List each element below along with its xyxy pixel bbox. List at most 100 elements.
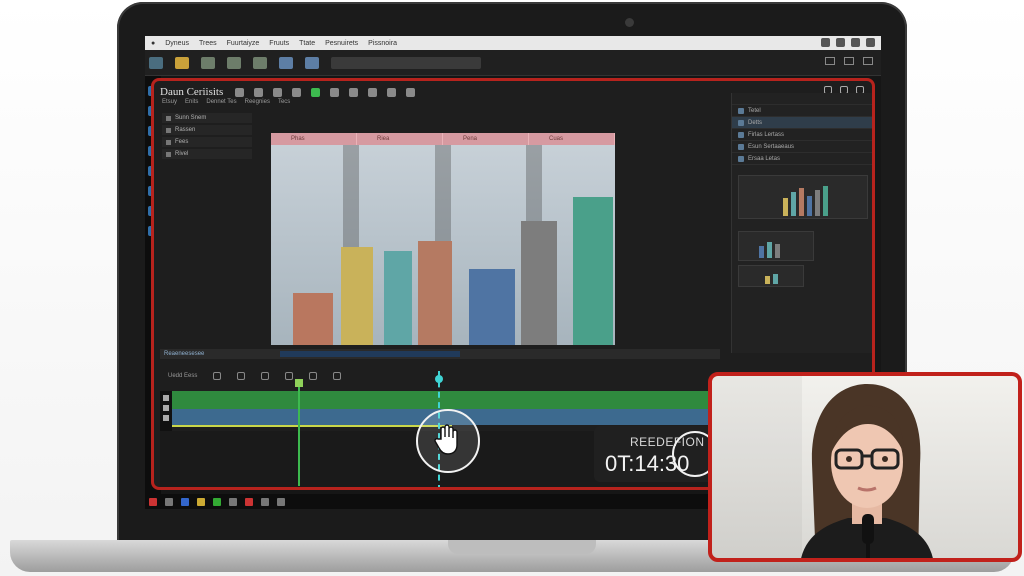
os-menu-item[interactable]: Fruuts: [269, 40, 289, 47]
panel-row[interactable]: Firlas Lertass: [732, 129, 872, 141]
preview-tab[interactable]: Phas: [271, 133, 357, 145]
timeline-marker[interactable]: [298, 381, 300, 486]
chevron-down-icon[interactable]: [349, 87, 359, 97]
clip-thumbnail[interactable]: [738, 175, 868, 219]
os-menu-item[interactable]: Pesnuirets: [325, 40, 358, 47]
thumb-bar: [767, 242, 772, 258]
tab-item[interactable]: Enits: [185, 99, 198, 111]
maximize-icon[interactable]: [844, 57, 854, 65]
taskbar-app-icon[interactable]: [277, 497, 285, 506]
mask-icon[interactable]: [330, 87, 340, 97]
record-icon[interactable]: [311, 87, 321, 97]
preview-bar: [469, 269, 515, 345]
volume-line[interactable]: [172, 425, 452, 427]
effect-label: Sunn Snem: [175, 115, 207, 121]
taskbar-app-icon[interactable]: [181, 497, 189, 506]
preview-monitor[interactable]: Phas Riea Pena Cuas: [271, 133, 615, 345]
add-icon[interactable]: [235, 87, 245, 97]
preview-tab[interactable]: Cuas: [529, 133, 615, 145]
app-icon[interactable]: [149, 56, 163, 69]
preview-tab[interactable]: Riea: [357, 133, 443, 145]
document-icon[interactable]: [201, 56, 215, 69]
audio-icon[interactable]: [309, 372, 318, 380]
taskbar-app-icon[interactable]: [229, 497, 237, 506]
taskbar-app-icon[interactable]: [261, 497, 269, 506]
tab-item[interactable]: Reegnies: [245, 99, 270, 111]
preview-bar: [418, 241, 452, 345]
marker-handle[interactable]: [295, 379, 303, 387]
taskbar-app-icon[interactable]: [245, 497, 253, 506]
minus-icon[interactable]: [368, 87, 378, 97]
preview-bar: [384, 251, 412, 345]
taskbar-app-icon[interactable]: [213, 497, 221, 506]
control-center-icon[interactable]: [866, 38, 875, 47]
screen-recording-frame: ● Dyneus Trees Fuurtaiyze Fruuts Ttate P…: [0, 0, 1024, 576]
laptop-camera: [625, 18, 634, 27]
panel-row[interactable]: Tetel: [732, 105, 872, 117]
timeline-scroll-region[interactable]: [280, 351, 460, 357]
share-icon[interactable]: [279, 56, 293, 69]
close-icon[interactable]: [863, 57, 873, 65]
crop-icon[interactable]: [292, 87, 302, 97]
address-bar[interactable]: [331, 56, 481, 69]
keyframe-icon[interactable]: [333, 372, 342, 380]
tab-item[interactable]: Etsuy: [162, 99, 177, 111]
effect-icon: [166, 151, 171, 157]
apple-icon[interactable]: ●: [151, 40, 155, 47]
effect-label: Rivel: [175, 151, 189, 157]
settings-icon[interactable]: [406, 87, 416, 97]
thumb-bar: [783, 198, 788, 216]
panel-row[interactable]: Ersaa Letas: [732, 153, 872, 165]
zoom-icon[interactable]: [237, 372, 246, 380]
move-icon[interactable]: [254, 87, 264, 97]
os-menu-item[interactable]: Pissnoira: [368, 40, 397, 47]
panel-row[interactable]: Detts: [732, 117, 872, 129]
preview-tab[interactable]: Pena: [443, 133, 529, 145]
battery-icon[interactable]: [836, 38, 845, 47]
lock-icon[interactable]: [163, 395, 169, 401]
clip-icon: [738, 107, 744, 114]
effect-item[interactable]: Rivel: [162, 149, 252, 159]
editor-title-row: Daun Ceriisits: [160, 85, 416, 99]
os-menu-item[interactable]: Ttate: [299, 40, 315, 47]
tab-item[interactable]: Dennet Tes: [206, 99, 236, 111]
wifi-icon[interactable]: [821, 38, 830, 47]
taskbar-app-icon[interactable]: [165, 497, 173, 506]
effects-panel: Sunn Snem Rassen Fees Rivel: [162, 113, 252, 159]
effect-item[interactable]: Fees: [162, 137, 252, 147]
playhead-handle[interactable]: [435, 375, 443, 383]
preview-bar: [573, 197, 613, 345]
effect-item[interactable]: Sunn Snem: [162, 113, 252, 123]
taskbar-app-icon[interactable]: [197, 497, 205, 506]
effect-label: Fees: [175, 139, 189, 145]
brush-icon[interactable]: [273, 87, 283, 97]
folder-icon[interactable]: [175, 56, 189, 69]
webcam-overlay: [708, 372, 1022, 562]
os-menu-item[interactable]: Fuurtaiyze: [227, 40, 260, 47]
clip-thumbnail[interactable]: [738, 265, 804, 287]
minimize-icon[interactable]: [825, 57, 835, 65]
extension-icon[interactable]: [305, 56, 319, 69]
search-icon[interactable]: [851, 38, 860, 47]
panel-row[interactable]: Esun Sertaaeaus: [732, 141, 872, 153]
clip-thumbnail[interactable]: [738, 231, 814, 261]
effect-item[interactable]: Rassen: [162, 125, 252, 135]
refresh-icon[interactable]: [253, 56, 267, 69]
tab-item[interactable]: Tecs: [278, 99, 290, 111]
os-menu-item[interactable]: Dyneus: [165, 40, 189, 47]
project-panel: Tetel Detts Firlas Lertass Esun Sertaaea…: [731, 93, 872, 353]
marker-icon[interactable]: [285, 372, 294, 380]
speaker-icon[interactable]: [163, 415, 169, 421]
taskbar-app-icon[interactable]: [149, 497, 157, 506]
razor-icon[interactable]: [261, 372, 270, 380]
link-icon[interactable]: [387, 87, 397, 97]
editor-tabs: Etsuy Enits Dennet Tes Reegnies Tecs: [162, 99, 290, 111]
eye-icon[interactable]: [163, 405, 169, 411]
thumb-bar: [773, 274, 778, 284]
snap-icon[interactable]: [213, 372, 222, 380]
thumb-bar: [775, 244, 780, 258]
clip-icon: [738, 143, 744, 150]
os-menu-item[interactable]: Trees: [199, 40, 217, 47]
window-icon[interactable]: [227, 56, 241, 69]
browser-toolbar: [145, 50, 881, 76]
